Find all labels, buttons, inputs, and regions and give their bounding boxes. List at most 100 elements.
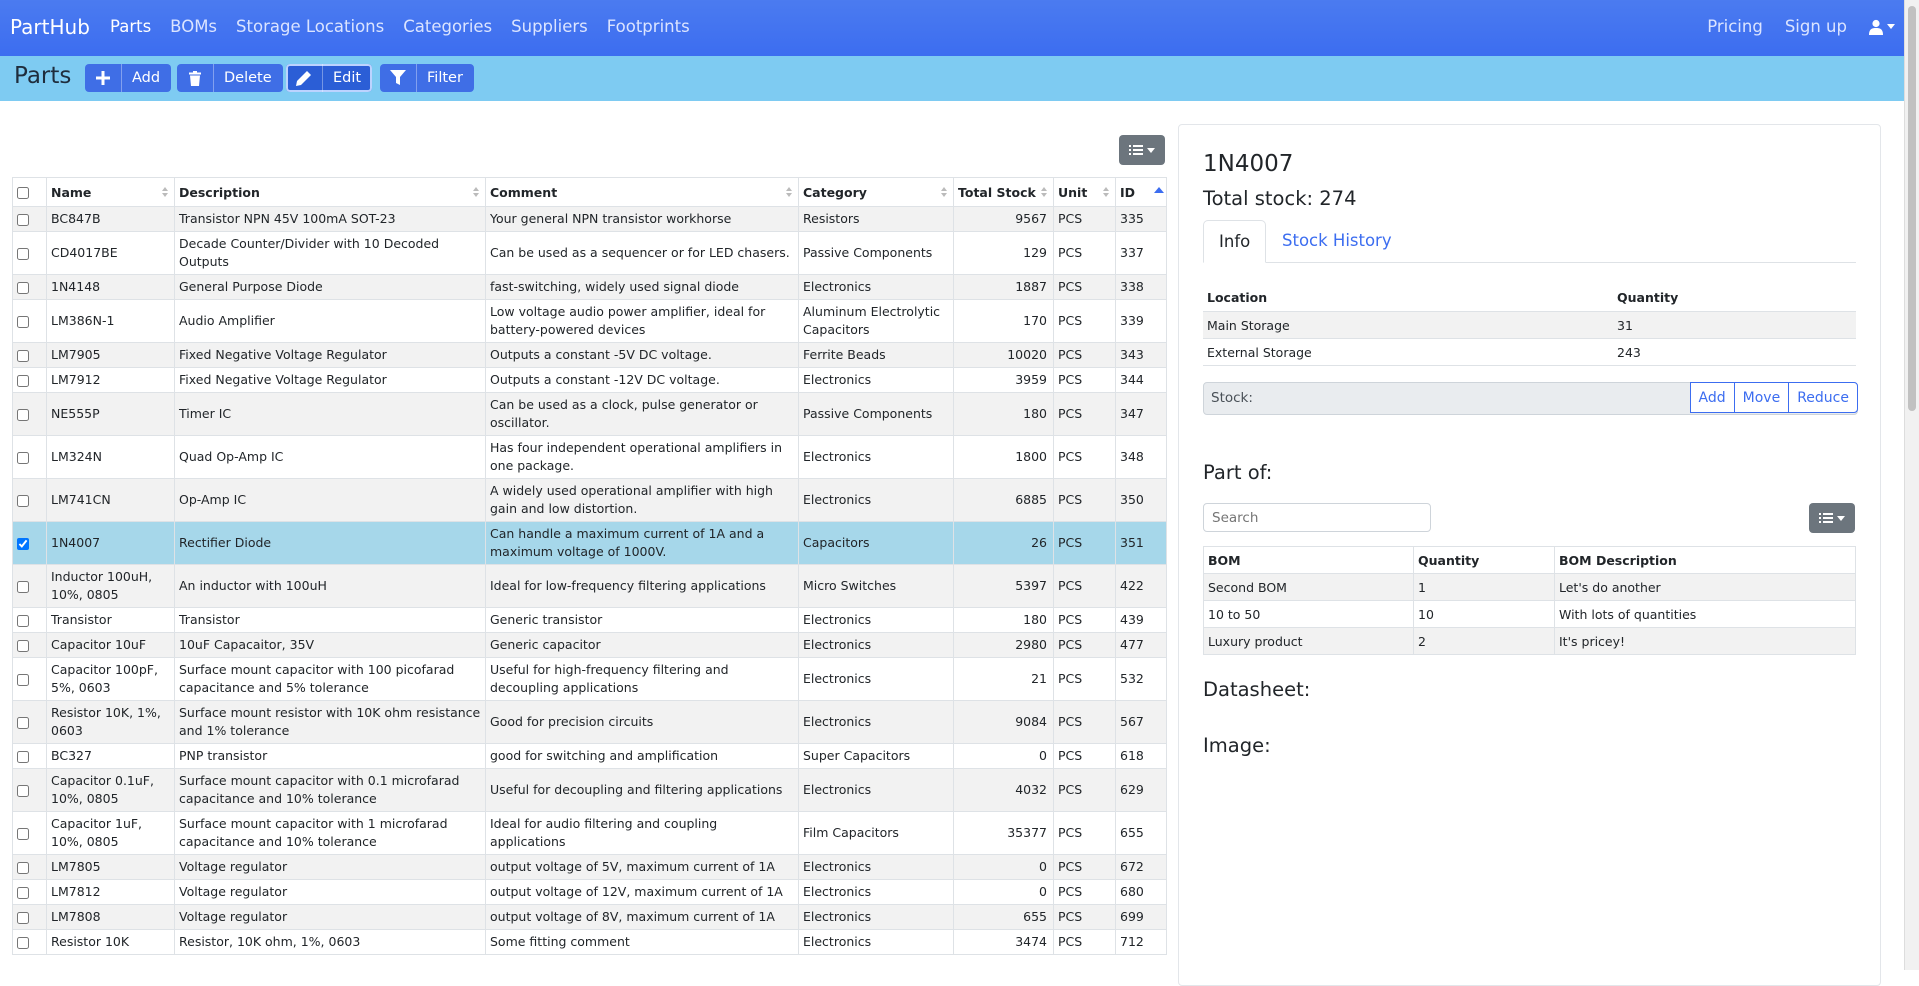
table-row[interactable]: LM7905 Fixed Negative Voltage Regulator Ou…	[12, 342, 1167, 368]
parts-toolbar: Parts Add Delete Edit Filter	[0, 56, 1905, 101]
nav-signup[interactable]: Sign up	[1785, 17, 1847, 36]
col-id[interactable]: ID	[1115, 177, 1167, 207]
row-checkbox[interactable]	[17, 374, 29, 387]
nav-footprints[interactable]: Footprints	[607, 17, 690, 36]
row-checkbox[interactable]	[17, 281, 29, 294]
stock-cell: 2980	[953, 632, 1054, 658]
table-row[interactable]: Transistor Transistor Generic transistor El…	[12, 607, 1167, 633]
nav-boms[interactable]: BOMs	[170, 17, 217, 36]
table-row[interactable]: Resistor 10K Resistor, 10K ohm, 1%, 0603 S…	[12, 929, 1167, 955]
table-row[interactable]: Luxury product 2 It's pricey!	[1203, 627, 1856, 655]
col-total-stock[interactable]: Total Stock	[953, 177, 1054, 207]
col-description[interactable]: Description	[174, 177, 486, 207]
col-comment[interactable]: Comment	[485, 177, 799, 207]
add-part-button[interactable]: Add	[85, 64, 172, 92]
row-checkbox[interactable]	[17, 451, 29, 464]
filter-button[interactable]: Filter	[380, 64, 474, 92]
total-stock-heading: Total stock: 274	[1203, 187, 1357, 210]
row-checkbox[interactable]	[17, 827, 29, 840]
id-cell: 335	[1115, 206, 1167, 232]
unit-cell: PCS	[1053, 342, 1116, 368]
row-checkbox[interactable]	[17, 614, 29, 627]
stock-add-button[interactable]: Add	[1689, 382, 1735, 413]
table-row[interactable]: External Storage 243	[1203, 338, 1856, 366]
table-row[interactable]: CD4017BE Decade Counter/Divider with 10 D…	[12, 231, 1167, 275]
row-checkbox[interactable]	[17, 673, 29, 686]
table-row[interactable]: Second BOM 1 Let's do another	[1203, 573, 1856, 601]
row-checkbox[interactable]	[17, 639, 29, 652]
table-row[interactable]: BC847B Transistor NPN 45V 100mA SOT-23 You…	[12, 206, 1167, 232]
row-checkbox[interactable]	[17, 750, 29, 763]
bom-columns-toggle-button[interactable]	[1809, 503, 1855, 533]
nav-storage-locations[interactable]: Storage Locations	[236, 17, 384, 36]
tab-stock-history[interactable]: Stock History	[1267, 220, 1407, 261]
row-checkbox[interactable]	[17, 213, 29, 226]
nav-pricing[interactable]: Pricing	[1707, 17, 1763, 36]
sort-icon[interactable]	[162, 187, 169, 198]
table-row[interactable]: LM7805 Voltage regulator output voltage of…	[12, 854, 1167, 880]
table-row[interactable]: NE555P Timer IC Can be used as a clock, pu…	[12, 392, 1167, 436]
table-row[interactable]: Inductor 100uH, 10%, 0805 An inductor wit…	[12, 564, 1167, 608]
sort-icon[interactable]	[473, 187, 480, 198]
sort-icon[interactable]	[941, 187, 948, 198]
comment-cell: Ideal for low-frequency filtering applic…	[485, 564, 799, 608]
row-checkbox[interactable]	[17, 315, 29, 328]
row-checkbox[interactable]	[17, 247, 29, 260]
row-checkbox[interactable]	[17, 349, 29, 362]
table-row[interactable]: Capacitor 10uF 10uF Capacaitor, 35V Generi…	[12, 632, 1167, 658]
row-checkbox[interactable]	[17, 911, 29, 924]
edit-part-button[interactable]: Edit	[286, 64, 373, 92]
table-row[interactable]: Capacitor 1uF, 10%, 0805 Surface mount ca…	[12, 811, 1167, 855]
table-row[interactable]: 10 to 50 10 With lots of quantities	[1203, 600, 1856, 628]
table-row[interactable]: BC327 PNP transistor good for switching an…	[12, 743, 1167, 769]
user-menu-icon[interactable]	[1869, 19, 1895, 35]
table-row[interactable]: Main Storage 31	[1203, 311, 1856, 339]
col-category[interactable]: Category	[798, 177, 954, 207]
row-checkbox[interactable]	[17, 861, 29, 874]
stock-reduce-button[interactable]: Reduce	[1788, 382, 1858, 413]
table-row[interactable]: LM741CN Op-Amp IC A widely used operationa…	[12, 478, 1167, 522]
delete-part-button[interactable]: Delete	[177, 64, 283, 92]
id-cell: 339	[1115, 299, 1167, 343]
row-checkbox[interactable]	[17, 716, 29, 729]
stock-cell: 10020	[953, 342, 1054, 368]
sort-icon[interactable]	[1103, 187, 1110, 198]
row-checkbox[interactable]	[17, 886, 29, 899]
col-name[interactable]: Name	[46, 177, 175, 207]
sort-icon[interactable]	[1041, 187, 1048, 198]
table-row[interactable]: Capacitor 100pF, 5%, 0603 Surface mount c…	[12, 657, 1167, 701]
col-unit[interactable]: Unit	[1053, 177, 1116, 207]
nav-categories[interactable]: Categories	[403, 17, 492, 36]
name-cell: NE555P	[46, 392, 175, 436]
row-checkbox[interactable]	[17, 537, 29, 550]
columns-toggle-button[interactable]	[1119, 135, 1165, 165]
tab-info[interactable]: Info	[1203, 220, 1267, 263]
page-scrollbar[interactable]	[1904, 0, 1919, 970]
table-row[interactable]: LM7812 Voltage regulator output voltage of…	[12, 879, 1167, 905]
row-checkbox[interactable]	[17, 408, 29, 421]
table-row[interactable]: 1N4007 Rectifier Diode Can handle a maximu…	[12, 521, 1167, 565]
table-row[interactable]: LM324N Quad Op-Amp IC Has four independent…	[12, 435, 1167, 479]
brand-logo[interactable]: PartHub	[10, 15, 90, 39]
row-checkbox[interactable]	[17, 936, 29, 949]
sort-asc-icon[interactable]	[1154, 187, 1164, 198]
table-row[interactable]: LM7808 Voltage regulator output voltage of…	[12, 904, 1167, 930]
table-row[interactable]: 1N4148 General Purpose Diode fast-switchin…	[12, 274, 1167, 300]
row-checkbox[interactable]	[17, 580, 29, 593]
comment-cell: output voltage of 5V, maximum current of…	[485, 854, 799, 880]
select-all-checkbox[interactable]	[17, 187, 29, 199]
row-checkbox[interactable]	[17, 784, 29, 797]
scrollbar-thumb[interactable]	[1908, 6, 1916, 411]
nav-parts[interactable]: Parts	[110, 17, 151, 36]
row-checkbox[interactable]	[17, 494, 29, 507]
list-icon	[1129, 145, 1143, 155]
sort-icon[interactable]	[786, 187, 793, 198]
nav-suppliers[interactable]: Suppliers	[511, 17, 588, 36]
stock-move-button[interactable]: Move	[1733, 382, 1790, 413]
bom-search-input[interactable]	[1203, 503, 1431, 532]
bom-cell: Second BOM	[1203, 573, 1414, 601]
table-row[interactable]: LM386N-1 Audio Amplifier Low voltage audio…	[12, 299, 1167, 343]
table-row[interactable]: LM7912 Fixed Negative Voltage Regulator Ou…	[12, 367, 1167, 393]
table-row[interactable]: Capacitor 0.1uF, 10%, 0805 Surface mount …	[12, 768, 1167, 812]
table-row[interactable]: Resistor 10K, 1%, 0603 Surface mount resi…	[12, 700, 1167, 744]
